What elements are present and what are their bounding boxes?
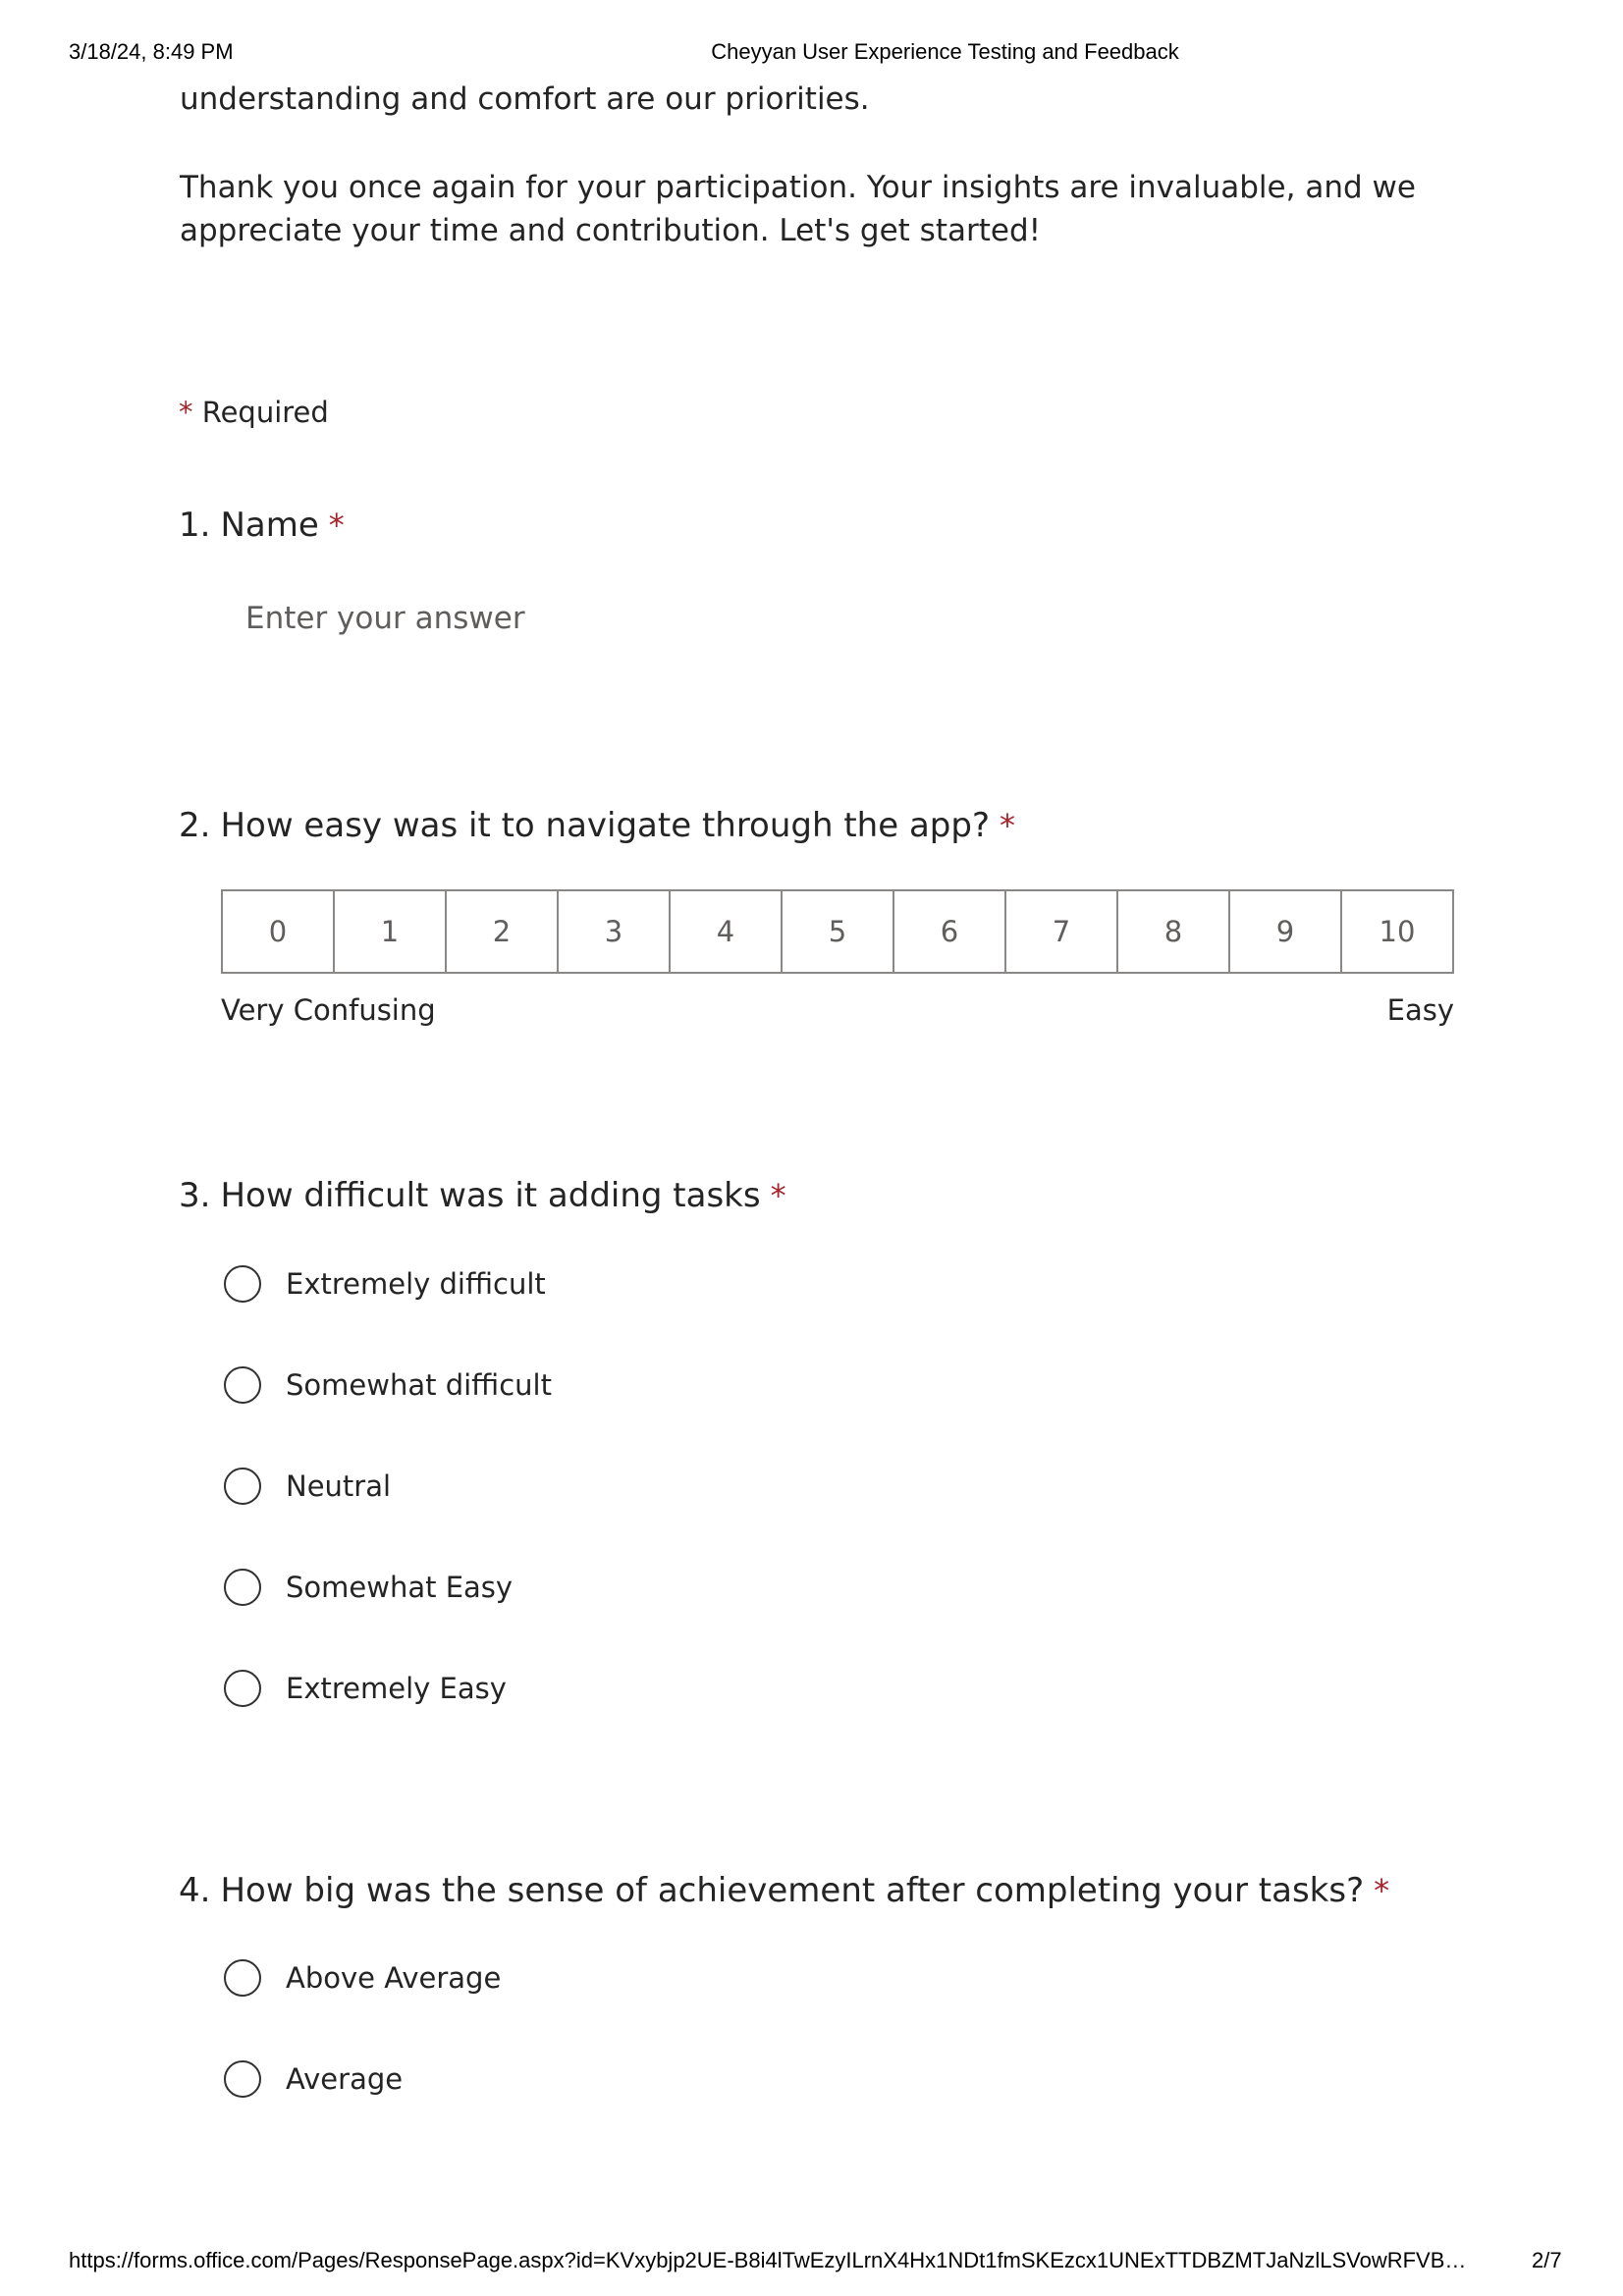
radio-circle-icon[interactable]	[224, 2060, 261, 2098]
required-asterisk: *	[1000, 807, 1015, 844]
question-text: How big was the sense of achievement aft…	[220, 1871, 1365, 1910]
required-asterisk: *	[328, 507, 345, 544]
question-4-title: 4. How big was the sense of achievement a…	[179, 1871, 1389, 1910]
print-footer: https://forms.office.com/Pages/ResponseP…	[0, 2246, 1623, 2275]
radio-option-extremely-difficult[interactable]: Extremely difficult	[224, 1262, 546, 1306]
radio-option-above-average[interactable]: Above Average	[224, 1956, 501, 2000]
option-label: Somewhat Easy	[286, 1571, 514, 1604]
radio-circle-icon[interactable]	[224, 1670, 261, 1707]
question-text: Name	[220, 506, 319, 545]
name-input[interactable]	[220, 589, 1104, 648]
question-text: How difficult was it adding tasks	[220, 1176, 761, 1215]
rating-option-6[interactable]: 6	[894, 891, 1006, 972]
rating-option-3[interactable]: 3	[559, 891, 671, 972]
question-number: 4.	[179, 1871, 211, 1910]
rating-option-8[interactable]: 8	[1118, 891, 1230, 972]
print-title: Cheyyan User Experience Testing and Feed…	[711, 39, 1179, 64]
radio-circle-icon[interactable]	[224, 1265, 261, 1303]
rating-option-2[interactable]: 2	[447, 891, 559, 972]
question-1-title: 1. Name *	[179, 506, 345, 545]
rating-option-0[interactable]: 0	[223, 891, 335, 972]
rating-max-label: Easy	[1386, 993, 1454, 1027]
intro-paragraph: Thank you once again for your participat…	[180, 170, 1416, 248]
question-number: 3.	[179, 1176, 211, 1215]
question-3-title: 3. How difficult was it adding tasks *	[179, 1176, 786, 1215]
radio-option-average[interactable]: Average	[224, 2057, 403, 2101]
rating-option-5[interactable]: 5	[783, 891, 894, 972]
required-label: Required	[201, 396, 329, 429]
rating-option-9[interactable]: 9	[1230, 891, 1342, 972]
intro-line: understanding and comfort are our priori…	[180, 81, 870, 117]
option-label: Above Average	[286, 1961, 502, 1995]
question-2-title: 2. How easy was it to navigate through th…	[179, 806, 1015, 845]
option-label: Extremely Easy	[286, 1672, 507, 1705]
required-asterisk: *	[1374, 1872, 1390, 1909]
option-label: Somewhat difficult	[286, 1368, 552, 1402]
radio-circle-icon[interactable]	[224, 1468, 261, 1505]
rating-min-label: Very Confusing	[221, 993, 436, 1027]
navigation-rating-scale: 0 1 2 3 4 5 6 7 8 9 10	[221, 889, 1454, 974]
radio-option-extremely-easy[interactable]: Extremely Easy	[224, 1667, 507, 1710]
question-number: 1.	[179, 506, 211, 545]
rating-option-1[interactable]: 1	[335, 891, 447, 972]
required-asterisk: *	[770, 1177, 786, 1214]
rating-option-7[interactable]: 7	[1006, 891, 1118, 972]
radio-circle-icon[interactable]	[224, 1959, 261, 1997]
rating-option-4[interactable]: 4	[671, 891, 783, 972]
radio-option-somewhat-easy[interactable]: Somewhat Easy	[224, 1566, 513, 1609]
intro-text-continued: understanding and comfort are our priori…	[180, 78, 1535, 121]
radio-circle-icon[interactable]	[224, 1366, 261, 1404]
option-label: Average	[286, 2062, 404, 2096]
rating-option-10[interactable]: 10	[1342, 891, 1452, 972]
question-text: How easy was it to navigate through the …	[220, 806, 990, 845]
radio-circle-icon[interactable]	[224, 1569, 261, 1606]
option-label: Extremely difficult	[286, 1267, 546, 1301]
print-url: https://forms.office.com/Pages/ResponseP…	[69, 2248, 1467, 2272]
option-label: Neutral	[286, 1469, 392, 1503]
intro-text-thanks: Thank you once again for your participat…	[180, 166, 1535, 252]
required-asterisk: *	[179, 396, 193, 429]
print-header: 3/18/24, 8:49 PM Cheyyan User Experience…	[0, 37, 1623, 67]
question-number: 2.	[179, 806, 211, 845]
required-note: * Required	[179, 396, 329, 429]
radio-option-somewhat-difficult[interactable]: Somewhat difficult	[224, 1363, 552, 1407]
radio-option-neutral[interactable]: Neutral	[224, 1465, 391, 1508]
print-page-number: 2/7	[1532, 2248, 1562, 2272]
